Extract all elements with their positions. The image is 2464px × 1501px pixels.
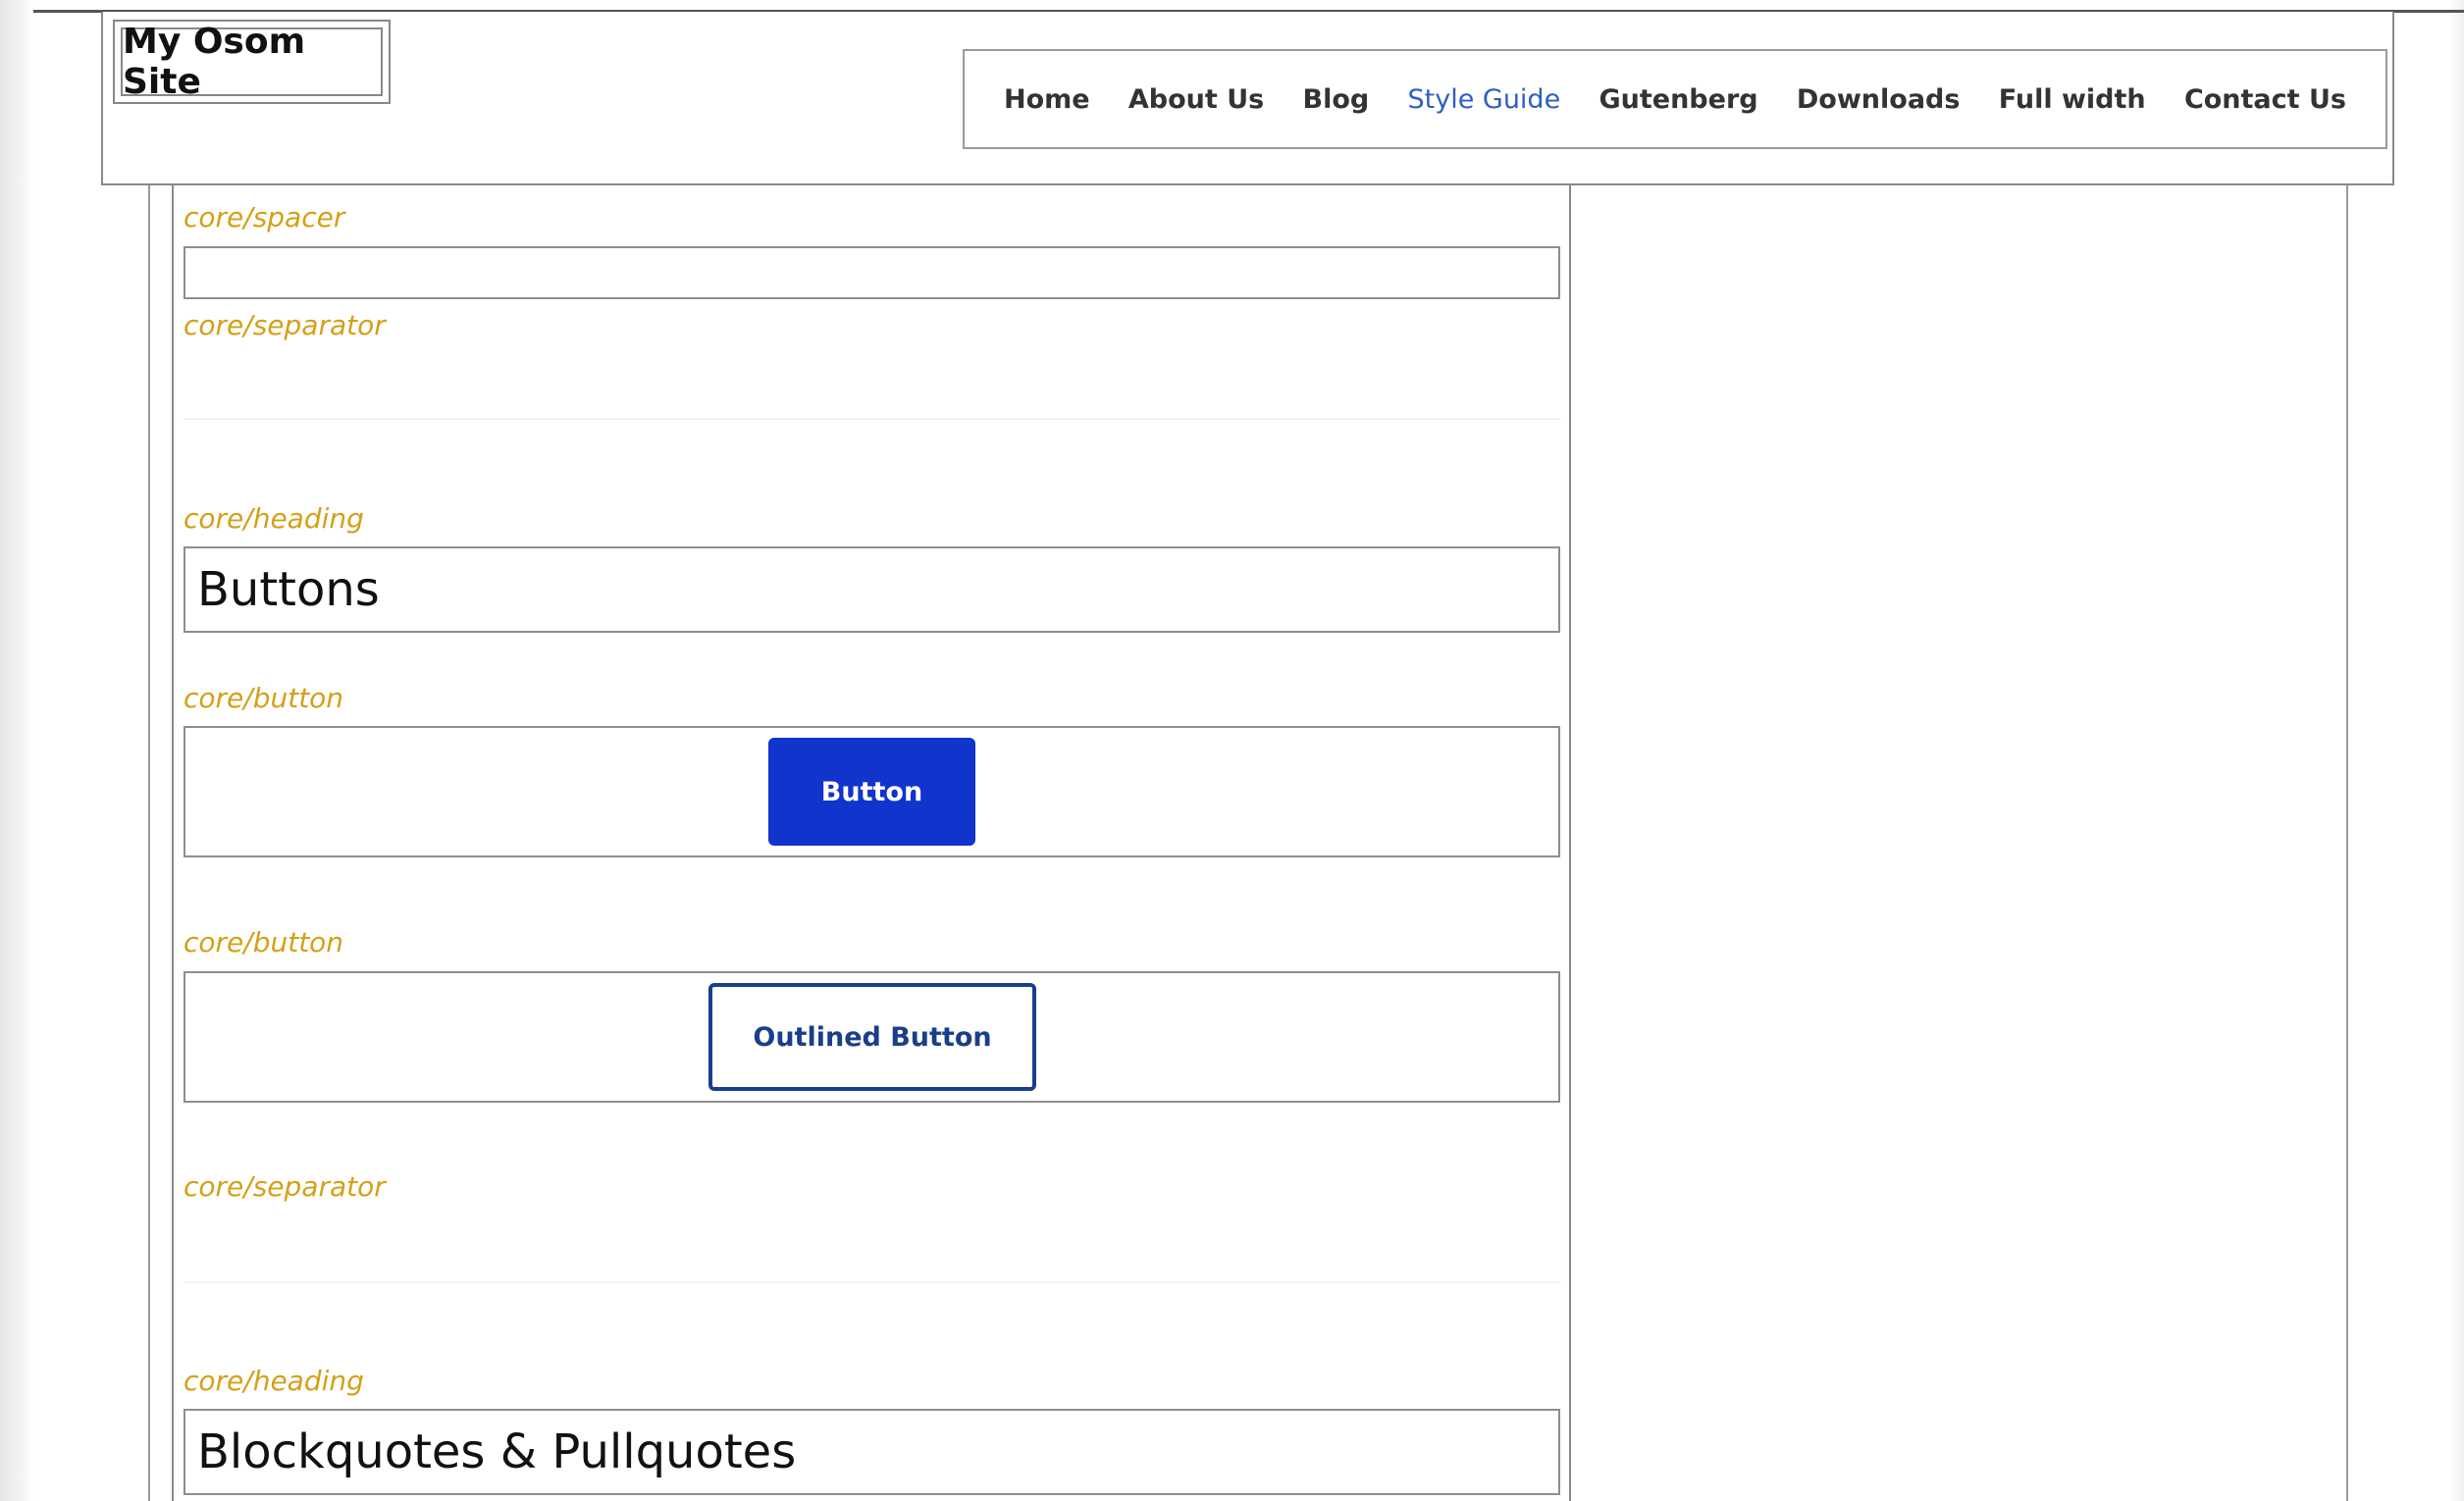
nav-item-downloads[interactable]: Downloads xyxy=(1797,84,1961,115)
nav-item-contact-us[interactable]: Contact Us xyxy=(2184,84,2346,115)
block-tag-button: core/button xyxy=(183,926,344,958)
block-tag-heading: core/heading xyxy=(183,1365,364,1397)
left-background xyxy=(0,0,33,1501)
heading-blockquotes-pullquotes: Blockquotes & Pullquotes xyxy=(197,1424,797,1479)
outlined-button[interactable]: Outlined Button xyxy=(708,983,1036,1091)
nav-item-full-width[interactable]: Full width xyxy=(1999,84,2146,115)
spacer-block[interactable] xyxy=(183,246,1560,299)
block-tag-separator: core/separator xyxy=(183,1170,386,1203)
page: My Osom Site Home About Us Blog Style Gu… xyxy=(0,0,2464,1501)
block-tag-heading: core/heading xyxy=(183,502,364,535)
heading-block-buttons[interactable]: Buttons xyxy=(183,546,1560,633)
separator-block[interactable] xyxy=(183,418,1560,420)
button-block-filled: Button xyxy=(183,726,1560,857)
filled-button[interactable]: Button xyxy=(768,738,975,846)
nav-item-gutenberg[interactable]: Gutenberg xyxy=(1599,84,1757,115)
site-title[interactable]: My Osom Site xyxy=(121,22,383,102)
block-tag-button: core/button xyxy=(183,682,344,714)
block-tag-separator: core/separator xyxy=(183,309,386,341)
block-tag-spacer: core/spacer xyxy=(183,201,345,233)
nav-item-about-us[interactable]: About Us xyxy=(1128,84,1264,115)
button-block-outlined: Outlined Button xyxy=(183,971,1560,1103)
site-title-block[interactable]: My Osom Site xyxy=(113,20,391,104)
heading-block-blockquotes[interactable]: Blockquotes & Pullquotes xyxy=(183,1409,1560,1495)
right-background xyxy=(2448,0,2464,1501)
nav-item-style-guide[interactable]: Style Guide xyxy=(1408,84,1561,115)
main-navigation: Home About Us Blog Style Guide Gutenberg… xyxy=(963,49,2387,149)
heading-buttons: Buttons xyxy=(197,562,380,617)
nav-item-home[interactable]: Home xyxy=(1004,84,1090,115)
site-header: My Osom Site Home About Us Blog Style Gu… xyxy=(101,12,2394,185)
separator-block[interactable] xyxy=(183,1281,1560,1283)
nav-item-blog[interactable]: Blog xyxy=(1302,84,1369,115)
